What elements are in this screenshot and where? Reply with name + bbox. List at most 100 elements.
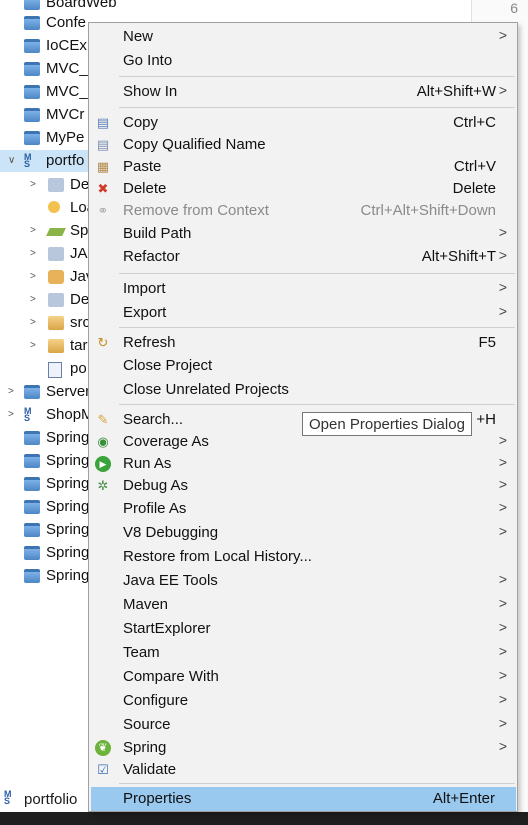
chevron-right-icon[interactable]: >	[30, 179, 40, 190]
menu-item-configure[interactable]: Configure >	[89, 689, 517, 713]
chevron-right-icon: >	[498, 279, 507, 295]
remove-context-icon: ⚭	[97, 203, 109, 218]
tree-item[interactable]: IoCEx	[0, 35, 90, 57]
menu-item-maven[interactable]: Maven >	[89, 593, 517, 617]
menu-item-label: Copy Qualified Name	[123, 136, 266, 153]
tree-item[interactable]: MVC_	[0, 58, 90, 80]
menu-item-run-as[interactable]: ▶ Run As >	[89, 452, 517, 476]
tree-item[interactable]: Confe	[0, 12, 90, 34]
tree-item[interactable]: Spring	[0, 542, 90, 564]
chevron-right-icon[interactable]: >	[8, 409, 18, 420]
menu-item-properties[interactable]: Properties Alt+Enter	[91, 787, 516, 811]
tree-item[interactable]: Spring	[0, 450, 90, 472]
chevron-right-icon[interactable]: >	[30, 248, 40, 259]
run-icon: ▶	[95, 456, 111, 472]
menu-item-refactor[interactable]: Refactor Alt+Shift+T >	[89, 245, 517, 269]
menu-item-go-into[interactable]: Go Into	[89, 49, 517, 73]
menu-item-v8-debugging[interactable]: V8 Debugging >	[89, 521, 517, 545]
copy-qualified-name-icon: ▤	[96, 137, 110, 152]
menu-item-refresh[interactable]: ↻ Refresh F5	[89, 331, 517, 355]
line-number: 6	[510, 0, 518, 16]
menu-item-label: Validate	[123, 761, 177, 778]
menu-item-label: StartExplorer	[123, 620, 211, 637]
menu-item-source[interactable]: Source >	[89, 713, 517, 737]
tree-item[interactable]: Spring	[0, 473, 90, 495]
menu-item-label: Run As	[123, 455, 172, 472]
menu-item-import[interactable]: Import >	[89, 277, 517, 301]
tree-item-label: IoCEx	[46, 37, 87, 54]
menu-item-shortcut: Ctrl+Alt+Shift+Down	[360, 202, 496, 219]
menu-item-new[interactable]: New >	[89, 25, 517, 49]
menu-item-startexplorer[interactable]: StartExplorer >	[89, 617, 517, 641]
menu-item-paste[interactable]: ▦ Paste Ctrl+V	[89, 155, 517, 179]
tree-item[interactable]: > Server	[0, 381, 90, 403]
java-resources-icon	[48, 270, 64, 284]
chevron-right-icon[interactable]: >	[30, 271, 40, 282]
tree-item[interactable]: > src	[0, 312, 90, 334]
chevron-right-icon[interactable]: >	[30, 340, 40, 351]
menu-separator	[119, 327, 515, 328]
menu-item-close-unrelated-projects[interactable]: Close Unrelated Projects	[89, 378, 517, 402]
menu-item-team[interactable]: Team >	[89, 641, 517, 665]
menu-item-shortcut: Delete	[452, 180, 496, 197]
chevron-right-icon[interactable]: >	[30, 225, 40, 236]
tree-item[interactable]: > De	[0, 289, 90, 311]
tree-item[interactable]: Spring	[0, 496, 90, 518]
menu-item-build-path[interactable]: Build Path >	[89, 222, 517, 246]
chevron-right-icon[interactable]: >	[30, 317, 40, 328]
tree-item-label: MVC_	[46, 60, 88, 77]
tree-item[interactable]: Loa	[0, 197, 95, 219]
tree-item[interactable]: MyPe	[0, 127, 90, 149]
menu-item-show-in[interactable]: Show In Alt+Shift+W >	[89, 80, 517, 104]
menu-item-compare-with[interactable]: Compare With >	[89, 665, 517, 689]
menu-separator	[119, 404, 515, 405]
folder-icon	[24, 108, 40, 122]
tree-item[interactable]: Spring	[0, 519, 90, 541]
menu-item-debug-as[interactable]: ✲ Debug As >	[89, 474, 517, 498]
tree-item[interactable]: Spring	[0, 565, 90, 587]
menu-item-label: Maven	[123, 596, 169, 613]
menu-item-profile-as[interactable]: Profile As >	[89, 497, 517, 521]
chevron-right-icon[interactable]: >	[8, 386, 18, 397]
folder-icon	[24, 16, 40, 30]
tree-item[interactable]: > M S ShopM	[0, 404, 94, 426]
tree-item[interactable]: > Jav	[0, 266, 93, 288]
tree-item[interactable]: ∨ M S portfo	[0, 150, 90, 172]
tree-item[interactable]: > JAX	[0, 243, 98, 265]
chevron-right-icon: >	[498, 82, 507, 98]
chevron-right-icon: >	[498, 224, 507, 240]
maven-project-icon: MS	[24, 406, 32, 423]
menu-item-validate[interactable]: ☑ Validate	[89, 758, 517, 782]
menu-item-copy[interactable]: ▤ Copy Ctrl+C	[89, 111, 517, 135]
tree-item-label: po	[70, 360, 87, 377]
tree-item[interactable]: MVC_	[0, 81, 90, 103]
menu-item-java-ee-tools[interactable]: Java EE Tools >	[89, 569, 517, 593]
chevron-right-icon: >	[498, 499, 507, 515]
tree-item[interactable]: > Spr	[0, 220, 93, 242]
tree-item[interactable]: > De	[0, 174, 90, 196]
tree-item[interactable]: Spring	[0, 427, 90, 449]
tree-item-label: Spring	[46, 521, 90, 538]
menu-separator	[119, 273, 515, 274]
tree-item-label: Spring	[46, 567, 90, 584]
menu-item-remove-from-context[interactable]: ⚭ Remove from Context Ctrl+Alt+Shift+Down	[89, 199, 517, 223]
menu-item-restore-from-local-history[interactable]: Restore from Local History...	[89, 545, 517, 569]
chevron-down-icon[interactable]: ∨	[8, 155, 18, 166]
menu-item-label: Refactor	[123, 248, 180, 265]
menu-item-label: Close Project	[123, 357, 213, 374]
menu-item-export[interactable]: Export >	[89, 301, 517, 325]
menu-item-delete[interactable]: ✖ Delete Delete	[89, 177, 517, 201]
tree-item[interactable]: > tar	[0, 335, 90, 357]
chevron-right-icon[interactable]: >	[30, 294, 40, 305]
menu-item-close-project[interactable]: Close Project	[89, 354, 517, 378]
chevron-right-icon: >	[498, 432, 507, 448]
chevron-right-icon: >	[498, 247, 507, 263]
tree-item-label: src	[70, 314, 90, 331]
tree-item[interactable]: po	[0, 358, 90, 380]
menu-item-copy-qualified-name[interactable]: ▤ Copy Qualified Name	[89, 133, 517, 157]
folder-icon	[24, 477, 40, 491]
tree-item[interactable]: MVCr	[0, 104, 90, 126]
menu-item-spring[interactable]: ❦ Spring >	[89, 736, 517, 760]
folder-icon	[24, 569, 40, 583]
servers-folder-icon	[24, 385, 40, 399]
